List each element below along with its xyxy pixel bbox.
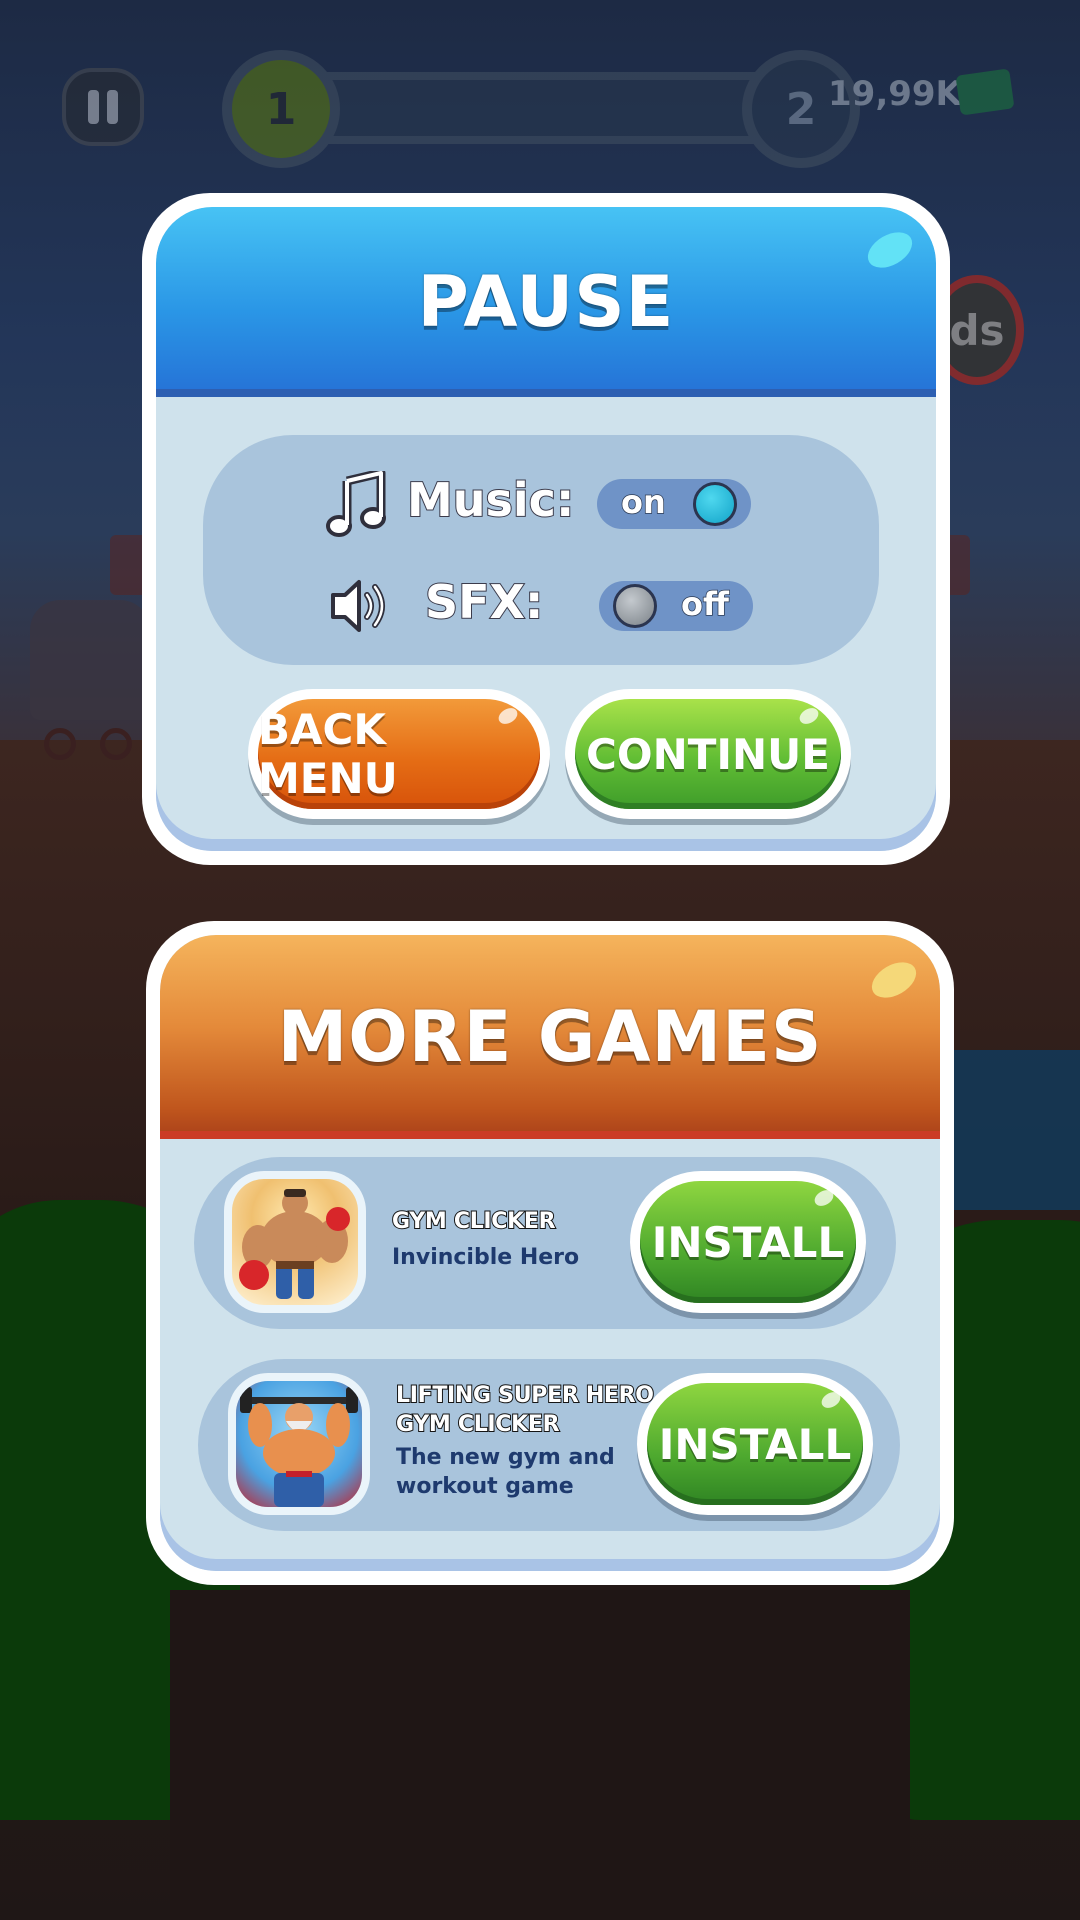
top-hud: 1 2 19,99K: [0, 0, 1080, 200]
install-button[interactable]: INSTALL: [630, 1171, 866, 1313]
music-toggle-state: on: [620, 482, 666, 522]
game-title: GYM CLICKER: [391, 1208, 557, 1235]
game-card-lifting-super-hero: LIFTING SUPER HERO GYM CLICKER The new g…: [198, 1359, 900, 1531]
level-progress-bar: [270, 72, 770, 144]
wagon-wheel: [100, 728, 132, 760]
lifting-hero-image: [236, 1381, 362, 1507]
background-wagon: [30, 600, 150, 720]
settings-box: Music: on SFX: off: [203, 435, 879, 665]
more-games-body: MORE GAMES GYM CLICKER Invincible Hero I…: [160, 935, 940, 1571]
more-games-header: MORE GAMES: [160, 935, 940, 1139]
more-games-title: MORE GAMES: [277, 996, 823, 1078]
button-shine: [818, 1388, 844, 1412]
install-button[interactable]: INSTALL: [637, 1373, 873, 1515]
gloss-highlight: [865, 955, 923, 1005]
muscle-hero-image: [232, 1179, 358, 1305]
game-title-line2: GYM CLICKER: [395, 1411, 561, 1438]
toggle-knob: [613, 584, 657, 628]
music-label: Music:: [406, 472, 575, 528]
install-label: INSTALL: [651, 1217, 845, 1267]
button-shine: [811, 1186, 837, 1210]
wagon-wheel: [44, 728, 76, 760]
sfx-toggle-state: off: [680, 584, 729, 624]
game-description: Invincible Hero: [392, 1245, 580, 1270]
game-card-gym-clicker: GYM CLICKER Invincible Hero INSTALL: [194, 1157, 896, 1329]
music-toggle[interactable]: on: [597, 479, 751, 529]
current-level-badge: 1: [222, 50, 340, 168]
game-description-line2: workout game: [396, 1474, 574, 1499]
game-title: LIFTING SUPER HERO: [395, 1382, 655, 1409]
game-thumbnail[interactable]: [224, 1171, 366, 1313]
continue-button[interactable]: CONTINUE: [565, 689, 851, 819]
more-games-dialog: MORE GAMES GYM CLICKER Invincible Hero I…: [146, 921, 954, 1585]
pause-icon: [88, 90, 99, 124]
music-setting-row: Music: on: [203, 461, 879, 551]
back-menu-button[interactable]: BACK MENU: [248, 689, 550, 819]
pause-title: PAUSE: [417, 261, 675, 343]
pause-header: PAUSE: [156, 207, 936, 397]
cash-counter: 19,99K: [828, 74, 962, 114]
game-description: The new gym and: [396, 1445, 615, 1470]
gloss-highlight: [861, 225, 919, 275]
pause-icon-bar: [107, 90, 118, 124]
continue-label: CONTINUE: [586, 729, 830, 779]
pause-button[interactable]: [62, 68, 144, 146]
back-menu-button-face: BACK MENU: [258, 699, 540, 809]
pause-dialog: PAUSE Music: on SFX: off BACK MENU CONTI…: [142, 193, 950, 865]
pause-dialog-body: PAUSE Music: on SFX: off BACK MENU CONTI…: [156, 207, 936, 851]
toggle-knob: [693, 482, 737, 526]
sfx-label: SFX:: [424, 574, 544, 630]
install-button-face: INSTALL: [640, 1181, 856, 1303]
button-shine: [796, 704, 822, 728]
sfx-toggle[interactable]: off: [599, 581, 753, 631]
speaker-icon: [329, 573, 391, 639]
cash-icon: [955, 68, 1015, 116]
install-label: INSTALL: [658, 1419, 852, 1469]
background-road: [170, 1590, 910, 1920]
game-thumbnail[interactable]: [228, 1373, 370, 1515]
music-note-icon: [325, 468, 387, 537]
install-button-face: INSTALL: [647, 1383, 863, 1505]
sfx-setting-row: SFX: off: [203, 563, 879, 653]
continue-button-face: CONTINUE: [575, 699, 841, 809]
background-weapon: [940, 1050, 1080, 1210]
